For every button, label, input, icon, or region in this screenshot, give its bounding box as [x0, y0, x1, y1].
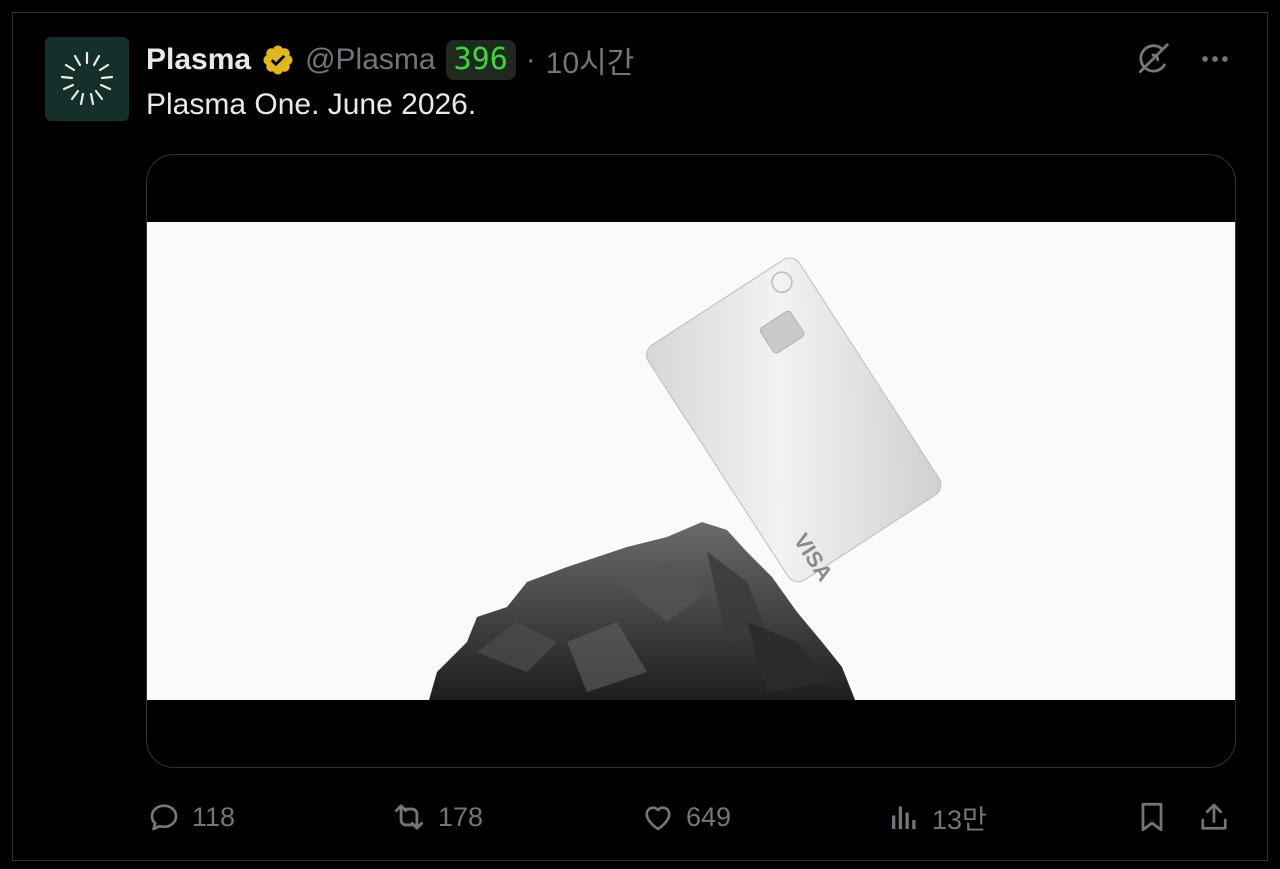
tweet-media[interactable]: VISA [146, 154, 1236, 768]
views-icon [886, 799, 922, 835]
author-name[interactable]: Plasma [146, 43, 251, 77]
retweet-button[interactable]: 178 [390, 795, 483, 839]
media-image: VISA [147, 222, 1235, 700]
retweet-count: 178 [438, 801, 484, 832]
views-count: 13만 [932, 804, 987, 835]
views-button[interactable]: 13만 [886, 795, 987, 839]
author-handle[interactable]: @Plasma [305, 43, 436, 77]
tweet-top-actions [1134, 40, 1232, 78]
plasma-logo-icon [60, 51, 114, 106]
bookmark-icon [1134, 799, 1170, 835]
timestamp[interactable]: 10시간 [546, 38, 635, 82]
grok-icon[interactable] [1134, 40, 1172, 78]
tweet-text: Plasma One. June 2026. [146, 88, 477, 121]
bookmark-button[interactable] [1134, 795, 1170, 839]
heart-icon [640, 799, 676, 835]
tweet-header: Plasma @Plasma 396 · 10시간 [146, 40, 634, 80]
retweet-icon [390, 798, 428, 836]
reply-icon [146, 799, 182, 835]
reply-button[interactable]: 118 [146, 795, 235, 839]
like-count: 649 [686, 801, 732, 832]
tweet-actions: 118 178 649 13만 [146, 795, 1236, 839]
verified-badge-icon[interactable] [261, 43, 295, 77]
separator-dot: · [525, 43, 536, 76]
more-icon[interactable] [1198, 42, 1232, 76]
share-icon [1196, 799, 1232, 835]
count-badge: 396 [445, 40, 516, 80]
avatar[interactable] [45, 37, 129, 121]
like-button[interactable]: 649 [640, 795, 731, 839]
share-button[interactable] [1196, 795, 1232, 839]
reply-count: 118 [192, 801, 236, 832]
